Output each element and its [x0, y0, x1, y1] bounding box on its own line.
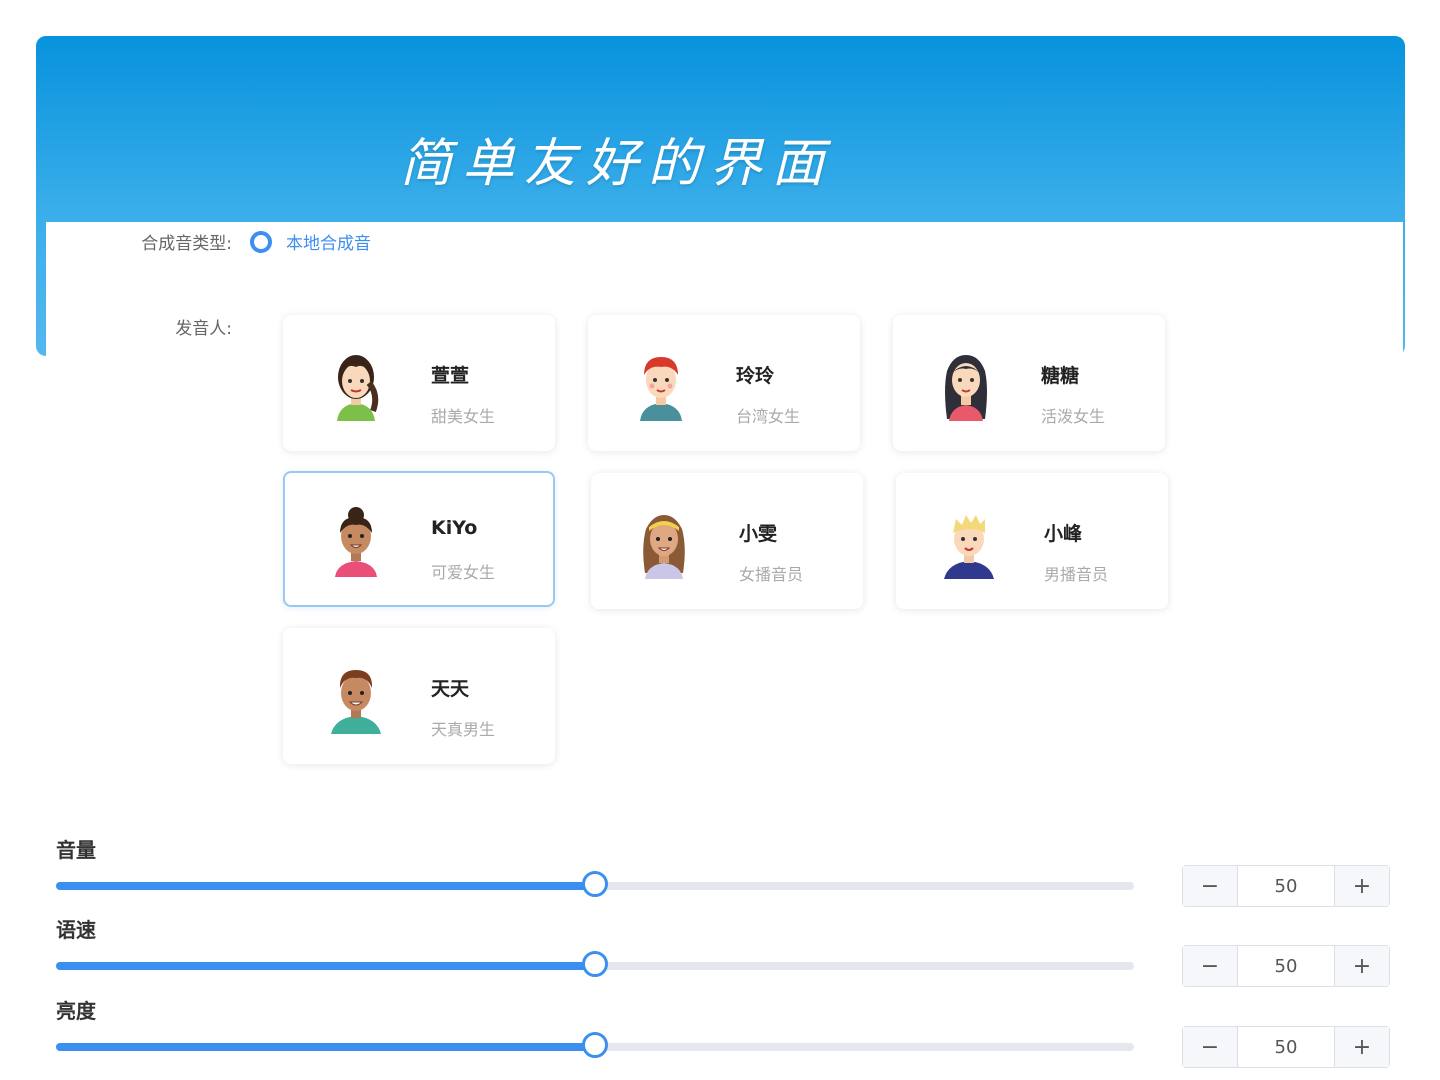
brightness-decrease-button[interactable]: − [1183, 1027, 1238, 1067]
speaker-name: 小峰 [1044, 523, 1083, 545]
synthesis-type-label: 合成音类型: [141, 234, 232, 254]
speed-slider-fill [56, 962, 595, 970]
brightness-increase-button[interactable]: + [1334, 1027, 1389, 1067]
page-title: 简单友好的界面 [400, 134, 835, 194]
speaker-name: 萱萱 [431, 365, 470, 387]
speaker-label: 发音人: [175, 319, 232, 339]
speaker-card-xiaowen[interactable]: 小雯 女播音员 [591, 473, 863, 609]
speed-label: 语速 [56, 918, 96, 942]
volume-increase-button[interactable]: + [1334, 866, 1389, 906]
speed-increase-button[interactable]: + [1334, 946, 1389, 986]
synthesis-option-label: 本地合成音 [286, 234, 371, 254]
speaker-card-kiyo[interactable]: KiYo 可爱女生 [283, 471, 555, 607]
speaker-desc: 台湾女生 [736, 407, 801, 426]
speaker-name: 玲玲 [736, 365, 775, 387]
brightness-slider-fill [56, 1043, 595, 1051]
volume-value-input[interactable] [1238, 866, 1334, 906]
volume-slider[interactable] [56, 871, 1134, 897]
speaker-desc: 女播音员 [739, 565, 804, 584]
speaker-desc: 天真男生 [431, 720, 496, 739]
volume-decrease-button[interactable]: − [1183, 866, 1238, 906]
brightness-stepper[interactable]: − + [1182, 1026, 1390, 1068]
avatar-girl-redhair-icon [640, 357, 682, 421]
volume-slider-fill [56, 882, 595, 890]
brightness-slider-handle[interactable] [582, 1032, 608, 1058]
avatar-girl-headband-icon [643, 515, 685, 579]
avatar-girl-longhair-icon [945, 355, 987, 421]
speed-slider[interactable] [56, 951, 1134, 977]
speed-decrease-button[interactable]: − [1183, 946, 1238, 986]
avatar-girl-braid-icon [337, 355, 379, 421]
speed-stepper[interactable]: − + [1182, 945, 1390, 987]
speaker-card-tiantian[interactable]: 天天 天真男生 [283, 628, 555, 764]
brightness-slider[interactable] [56, 1032, 1134, 1058]
speaker-name: 小雯 [739, 523, 778, 545]
speaker-name: 糖糖 [1041, 365, 1080, 387]
brightness-label: 亮度 [56, 999, 96, 1023]
volume-slider-handle[interactable] [582, 871, 608, 897]
speed-value-input[interactable] [1238, 946, 1334, 986]
speaker-card-lingling[interactable]: 玲玲 台湾女生 [588, 315, 860, 451]
speaker-card-xiaofeng[interactable]: 小峰 男播音员 [896, 473, 1168, 609]
speaker-desc: 男播音员 [1044, 565, 1109, 584]
speaker-card-xuanxuan[interactable]: 萱萱 甜美女生 [283, 315, 555, 451]
avatar-boy-blonde-icon [944, 515, 994, 579]
speaker-desc: 甜美女生 [431, 407, 496, 426]
volume-label: 音量 [56, 838, 96, 862]
speed-slider-handle[interactable] [582, 951, 608, 977]
speaker-name: KiYo [431, 517, 478, 539]
speaker-card-tangtang[interactable]: 糖糖 活泼女生 [893, 315, 1165, 451]
speaker-name: 天天 [431, 678, 470, 700]
radio-selected-icon[interactable] [250, 230, 272, 253]
brightness-value-input[interactable] [1238, 1027, 1334, 1067]
speaker-desc: 活泼女生 [1041, 407, 1106, 426]
speaker-desc: 可爱女生 [431, 563, 496, 582]
avatar-boy-brownhair-icon [331, 670, 381, 734]
volume-stepper[interactable]: − + [1182, 865, 1390, 907]
avatar-girl-bun-icon [335, 507, 377, 577]
synthesis-type-radio-local[interactable]: 本地合成音 [250, 229, 371, 254]
